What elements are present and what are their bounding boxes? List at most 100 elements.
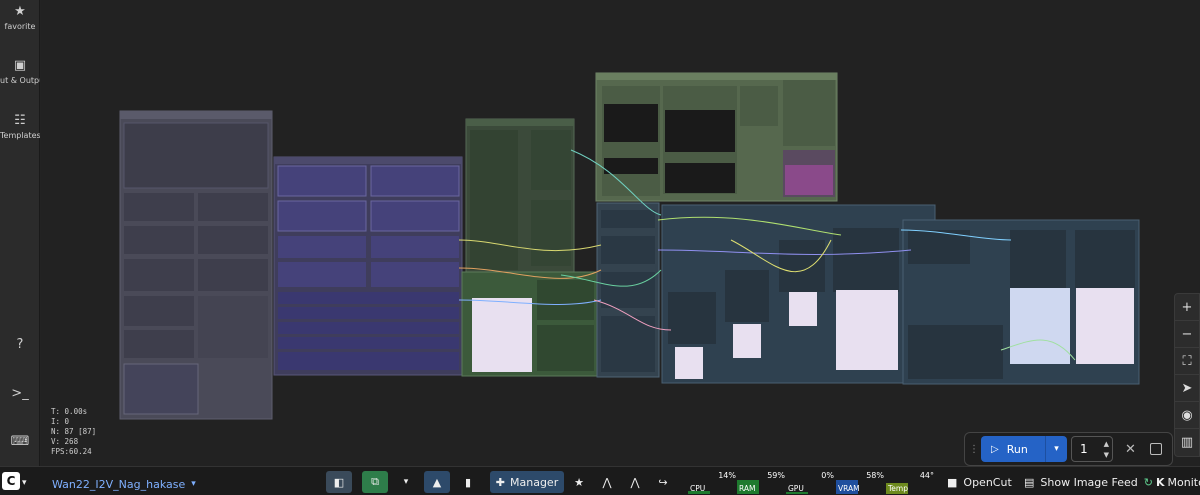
templates-icon: ☷ [14,113,26,128]
stat-time: T: 0.00s [51,407,88,416]
monitor-button[interactable]: K Monitor [1156,471,1200,493]
keyboard-button[interactable]: ⌨ [0,434,40,452]
eye-icon: ◉ [1181,407,1193,423]
share-button[interactable]: ↪ [650,471,676,493]
screenshot-icon: ⧉ [371,475,379,488]
comfy-logo-button[interactable]: C [2,472,20,490]
cancel-button[interactable]: ✕ [1125,442,1136,457]
run-options-dropdown[interactable]: ▾ [1045,436,1067,462]
stop-button[interactable] [1149,443,1162,455]
fit-view-button[interactable]: ⛶ [1175,348,1199,375]
keyboard-icon: ⌨ [10,434,30,449]
compass-icon: ⋀ [602,475,612,489]
tool-a-button[interactable]: ⋀ [594,471,620,493]
bookmark-button[interactable]: ▮ [455,471,481,493]
gpu-label: GPU [788,484,804,493]
chevron-down-icon: ▾ [403,477,409,487]
ram-value: 59% [767,471,785,480]
node-graph-canvas[interactable]: T: 0.00s I: 0 N: 87 [87] V: 268 FPS:60.2… [41,0,1200,466]
sidebar-item-templates[interactable]: ☷ Templates [0,113,40,140]
triangle-icon: ▲ [432,475,442,489]
terminal-icon: >_ [11,386,29,401]
cpu-value: 14% [718,471,736,480]
run-button[interactable]: ▷ Run ▾ [981,436,1067,462]
logo-icon: C [6,474,16,488]
perf-stats: T: 0.00s I: 0 N: 87 [87] V: 268 FPS:60.2… [51,407,96,457]
help-icon: ? [16,337,24,352]
screenshot-dropdown[interactable]: ▾ [397,471,415,493]
zoom-in-button[interactable]: + [1175,294,1199,321]
model-manager-button[interactable]: ▲ [424,471,450,493]
vram-value: 58% [866,471,884,480]
image-icon: ▣ [13,58,27,73]
image-feed-icon: ▤ [1024,475,1035,489]
play-icon: ▷ [991,443,999,455]
run-widget: ⋮⋮ ▷ Run ▾ 1 ▲ ▼ ✕ [964,432,1173,466]
sidebar-item-label: Templates [0,131,40,140]
node-group-5 [596,202,1140,385]
node-group-3 [461,118,599,377]
menu-dropdown-button[interactable]: ▾ [22,472,27,494]
close-icon: ✕ [1125,441,1136,457]
favorites-button[interactable]: ★ [566,471,592,493]
terminal-button[interactable]: >_ [0,386,40,404]
stat-vertices: V: 268 [51,437,79,446]
left-sidebar: ★ favorite ▣ ut & Output ☷ Templates ? >… [0,0,40,466]
canvas-controls: + − ⛶ ➤ ◉ ▥ [1174,293,1200,457]
image-feed-button[interactable]: ▤ Show Image Feed ↻ [1024,471,1153,493]
select-mode-button[interactable]: ➤ [1175,375,1199,402]
opencut-button[interactable]: ■ OpenCut [947,471,1012,493]
zoom-out-button[interactable]: − [1175,321,1199,348]
sidebar-item-input-output[interactable]: ▣ ut & Output [0,58,40,85]
help-button[interactable]: ? [0,337,40,355]
manager-button[interactable]: ✚ Manager [490,471,564,493]
batch-count-input[interactable]: 1 ▲ ▼ [1071,436,1113,462]
vram-label: VRAM [838,484,860,493]
chevron-down-icon: ▾ [22,478,27,488]
gpu-value: 0% [821,471,834,480]
sidebar-item-label: ut & Output [0,76,40,85]
tool-b-button[interactable]: ⋀ [622,471,648,493]
minimap-button[interactable]: ▥ [1175,429,1199,456]
stepper-icon[interactable]: ▲ ▼ [1104,439,1109,461]
node-group-1 [119,110,273,420]
manager-label: Manager [510,475,559,489]
screenshot-button[interactable]: ⧉ [362,471,388,493]
layout-button[interactable]: ◧ [326,471,352,493]
node-group-2 [273,156,463,376]
ram-meter: 59% RAM [737,470,787,494]
gpu-meter: 0% GPU [786,470,836,494]
vram-meter: 58% VRAM [836,470,886,494]
monitor-label: Monitor [1167,475,1200,489]
stat-nodes: N: 87 [87] [51,427,97,436]
cpu-label: CPU [690,484,706,493]
refresh-icon: ↻ [1143,475,1153,489]
toggle-links-button[interactable]: ◉ [1175,402,1199,429]
sidebar-item-favorite[interactable]: ★ favorite [0,4,40,31]
node-graph [119,72,1140,420]
star-icon: ★ [574,475,584,489]
temp-meter: 44° Temp [886,470,936,494]
stat-fps: FPS:60.24 [51,447,92,456]
minus-icon: − [1181,326,1193,342]
chevron-down-icon: ▾ [191,479,196,489]
temp-value: 44° [919,471,934,480]
drag-handle-icon[interactable]: ⋮⋮ [969,444,989,455]
star-icon: ★ [14,4,26,19]
temp-label: Temp [888,484,908,493]
video-icon: ■ [947,475,958,489]
plus-icon: + [1181,299,1193,315]
ram-label: RAM [739,484,756,493]
stat-i: I: 0 [51,417,70,426]
monitor-icon: K [1156,475,1165,489]
map-icon: ▥ [1180,435,1194,450]
sidebar-item-label: favorite [4,22,36,31]
opencut-label: OpenCut [963,475,1012,489]
batch-count-value: 1 [1080,442,1088,456]
pointer-icon: ➤ [1181,380,1193,396]
workflow-tab[interactable]: Wan22_I2V_Nag_hakase ▾ [52,473,196,495]
run-label: Run [1006,442,1028,456]
puzzle-icon: ✚ [495,475,505,489]
bottom-toolbar: C ▾ Wan22_I2V_Nag_hakase ▾ ◧ ⧉ ▾ ▲ ▮ ✚ M… [0,466,1200,495]
chevron-down-icon: ▾ [1054,444,1059,454]
